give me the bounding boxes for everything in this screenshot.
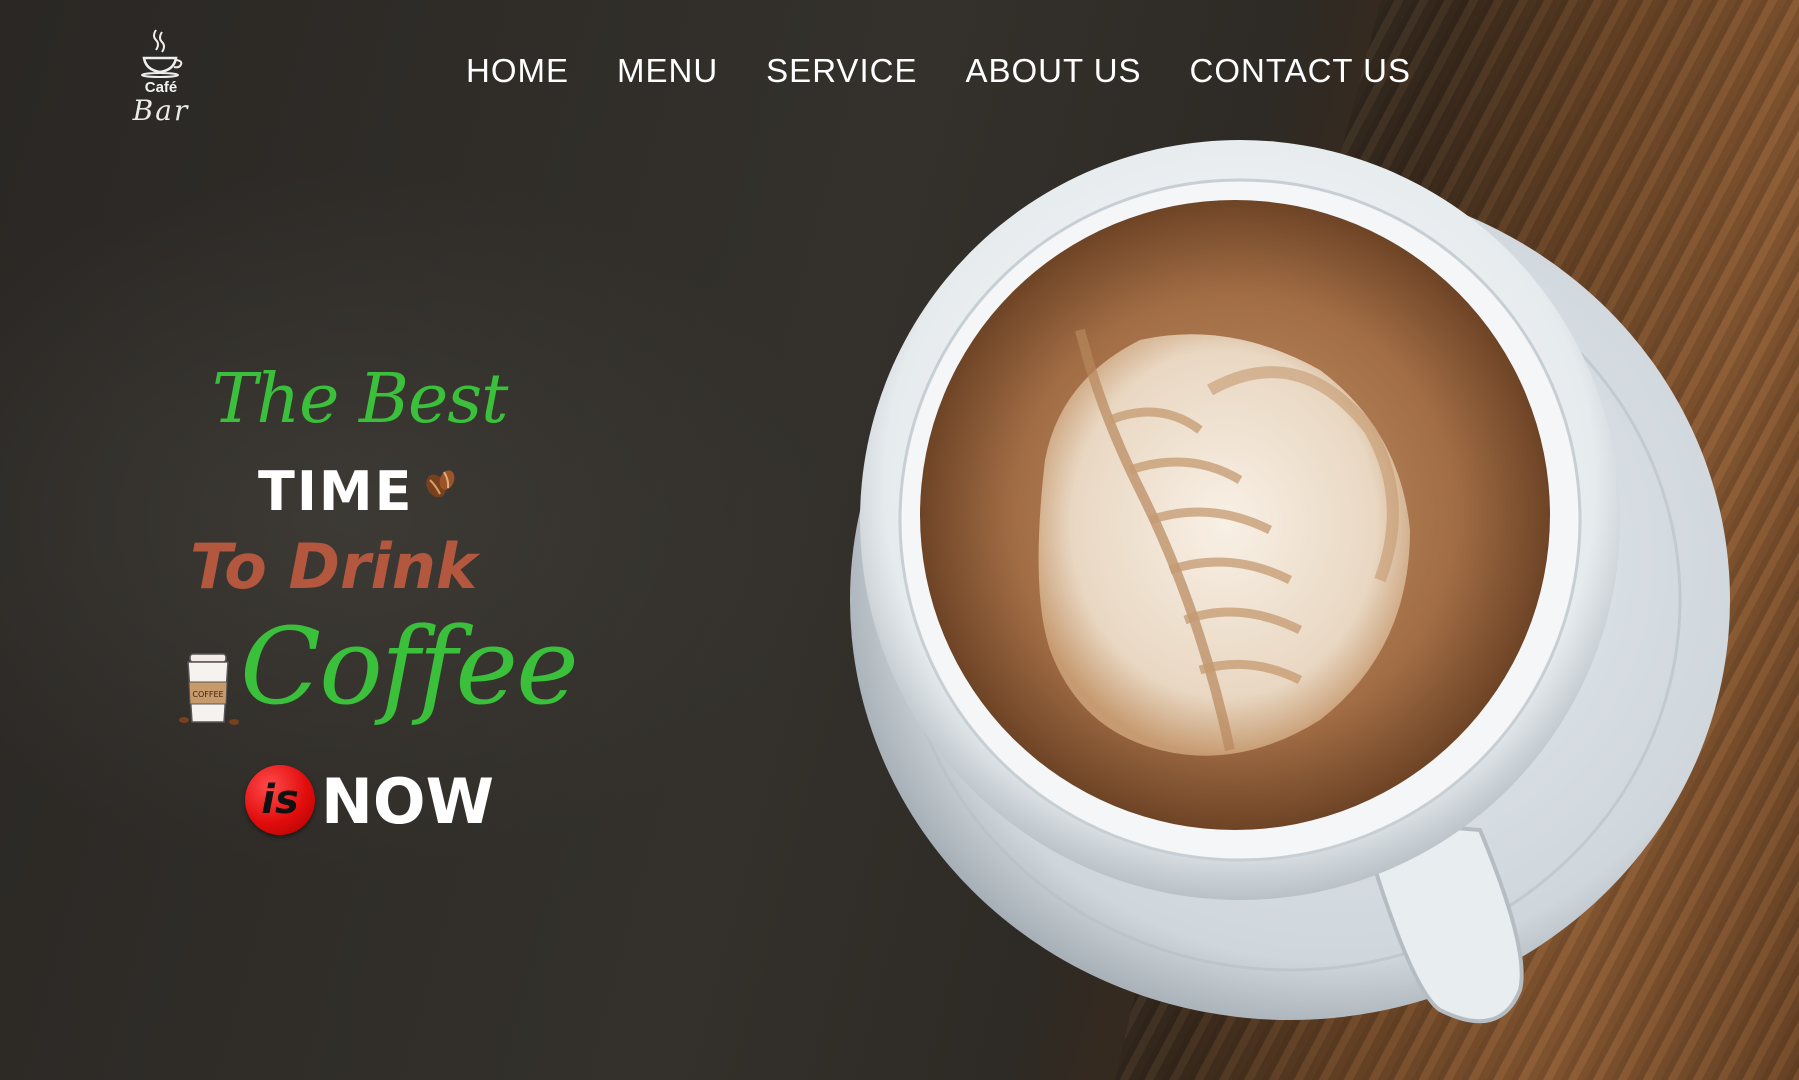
is-badge: is	[245, 765, 315, 835]
takeaway-coffee-cup-icon: COFFEE	[179, 653, 239, 725]
hero-line-time: TIME	[258, 460, 414, 523]
logo-bar-text: Bar	[132, 94, 190, 127]
coffee-cup-icon	[141, 29, 183, 78]
cup-label: COFFEE	[192, 690, 223, 699]
nav-home[interactable]: HOME	[466, 52, 569, 90]
hero-line-now: NOW	[321, 765, 494, 838]
cafe-bar-logo[interactable]: Café Bar	[118, 22, 198, 132]
hero-line-the-best: The Best	[212, 360, 508, 439]
hero-line-to-drink: To Drink	[190, 530, 478, 603]
latte-cup-image	[850, 140, 1730, 1024]
main-navigation: HOME MENU SERVICE ABOUT US CONTACT US	[466, 52, 1411, 90]
nav-about-us[interactable]: ABOUT US	[965, 52, 1141, 90]
hero-line-coffee: Coffee	[240, 605, 579, 728]
nav-menu[interactable]: MENU	[617, 52, 718, 90]
nav-contact-us[interactable]: CONTACT US	[1190, 52, 1411, 90]
hero-headline: The Best TIME To Drink COFFEE Coffee is …	[170, 360, 579, 840]
coffee-bean-icon	[426, 470, 455, 498]
nav-service[interactable]: SERVICE	[766, 52, 917, 90]
